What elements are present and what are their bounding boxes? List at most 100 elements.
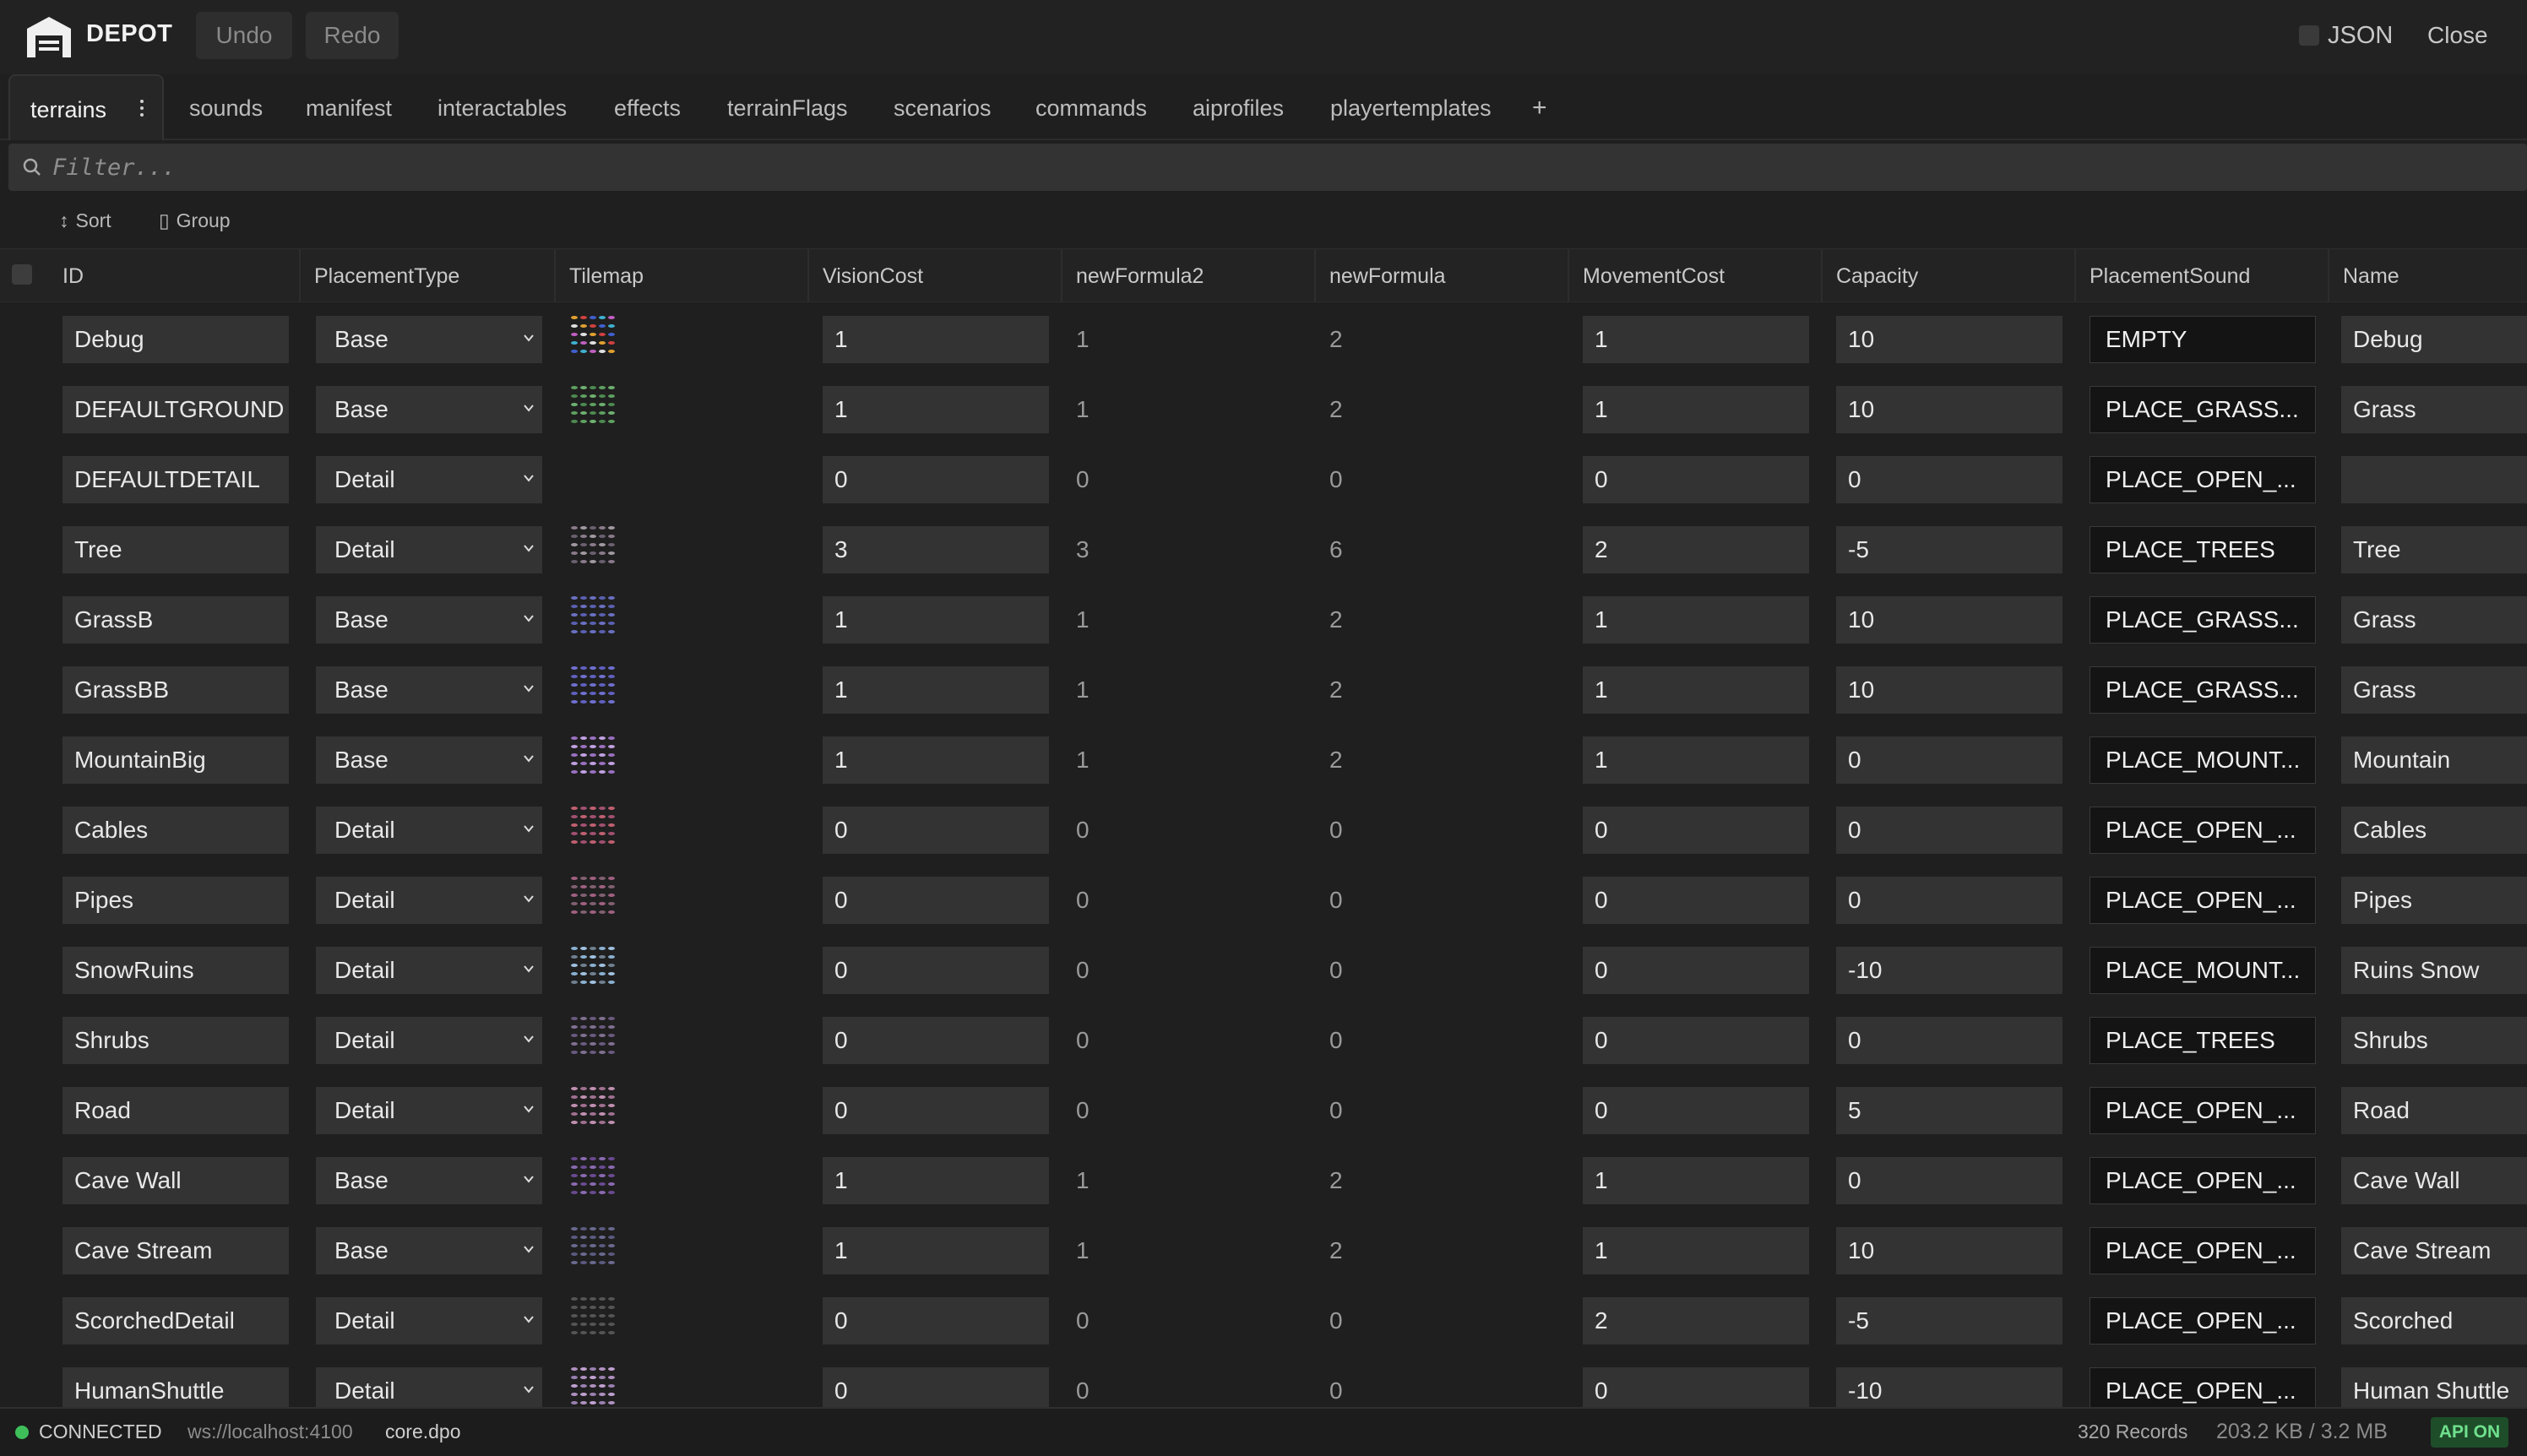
capacity-field[interactable]: 10 xyxy=(1836,316,2062,363)
close-button[interactable]: Close xyxy=(2427,22,2488,49)
column-header-tilemap[interactable]: Tilemap xyxy=(556,249,809,302)
movement-cost-field[interactable]: 0 xyxy=(1583,807,1809,854)
tab-manifest[interactable]: manifest xyxy=(306,74,392,139)
placement-type-select[interactable]: Base xyxy=(316,666,542,714)
placement-type-select[interactable]: Detail xyxy=(316,1297,542,1345)
placement-type-select[interactable]: Base xyxy=(316,1227,542,1274)
name-field[interactable]: Pipes xyxy=(2341,877,2527,924)
vision-cost-field[interactable]: 1 xyxy=(823,596,1049,644)
placement-sound-field[interactable]: PLACE_OPEN_... xyxy=(2090,807,2316,854)
placement-sound-field[interactable]: PLACE_GRASS... xyxy=(2090,596,2316,644)
tab-sounds[interactable]: sounds xyxy=(189,74,263,139)
id-field[interactable]: DEFAULTDETAIL xyxy=(62,456,289,503)
add-tab-button[interactable]: + xyxy=(1532,74,1547,139)
capacity-field[interactable]: -5 xyxy=(1836,1297,2062,1345)
name-field[interactable]: Tree xyxy=(2341,526,2527,573)
column-header-placementtype[interactable]: PlacementType xyxy=(301,249,556,302)
capacity-field[interactable]: 10 xyxy=(1836,386,2062,433)
movement-cost-field[interactable]: 1 xyxy=(1583,666,1809,714)
placement-type-select[interactable]: Base xyxy=(316,316,542,363)
capacity-field[interactable]: 0 xyxy=(1836,1017,2062,1064)
group-button[interactable]: ▯ Group xyxy=(159,209,231,232)
vision-cost-field[interactable]: 3 xyxy=(823,526,1049,573)
movement-cost-field[interactable]: 0 xyxy=(1583,1367,1809,1407)
movement-cost-field[interactable]: 2 xyxy=(1583,526,1809,573)
column-header-id[interactable]: ID xyxy=(49,249,301,302)
placement-type-select[interactable]: Detail xyxy=(316,947,542,994)
placement-type-select[interactable]: Detail xyxy=(316,877,542,924)
placement-type-select[interactable]: Base xyxy=(316,386,542,433)
movement-cost-field[interactable]: 0 xyxy=(1583,877,1809,924)
redo-button[interactable]: Redo xyxy=(306,12,399,59)
movement-cost-field[interactable]: 1 xyxy=(1583,1157,1809,1204)
movement-cost-field[interactable]: 0 xyxy=(1583,947,1809,994)
vision-cost-field[interactable]: 1 xyxy=(823,1227,1049,1274)
id-field[interactable]: Road xyxy=(62,1087,289,1134)
capacity-field[interactable]: 10 xyxy=(1836,666,2062,714)
placement-sound-field[interactable]: EMPTY xyxy=(2090,316,2316,363)
column-header-placementsound[interactable]: PlacementSound xyxy=(2076,249,2329,302)
placement-sound-field[interactable]: PLACE_OPEN_... xyxy=(2090,1087,2316,1134)
name-field[interactable] xyxy=(2341,456,2527,503)
vision-cost-field[interactable]: 0 xyxy=(823,947,1049,994)
name-field[interactable]: Shrubs xyxy=(2341,1017,2527,1064)
id-field[interactable]: GrassB xyxy=(62,596,289,644)
undo-button[interactable]: Undo xyxy=(196,12,292,59)
tab-terrains[interactable]: terrains xyxy=(8,74,164,140)
placement-sound-field[interactable]: PLACE_OPEN_... xyxy=(2090,1227,2316,1274)
vision-cost-field[interactable]: 0 xyxy=(823,456,1049,503)
movement-cost-field[interactable]: 2 xyxy=(1583,1297,1809,1345)
name-field[interactable]: Grass xyxy=(2341,386,2527,433)
placement-sound-field[interactable]: PLACE_GRASS... xyxy=(2090,386,2316,433)
column-header-newformula[interactable]: newFormula xyxy=(1316,249,1569,302)
tab-effects[interactable]: effects xyxy=(614,74,681,139)
movement-cost-field[interactable]: 0 xyxy=(1583,1087,1809,1134)
vision-cost-field[interactable]: 0 xyxy=(823,1087,1049,1134)
placement-type-select[interactable]: Base xyxy=(316,596,542,644)
id-field[interactable]: DEFAULTGROUND xyxy=(62,386,289,433)
column-header-visioncost[interactable]: VisionCost xyxy=(809,249,1062,302)
id-field[interactable]: Shrubs xyxy=(62,1017,289,1064)
placement-sound-field[interactable]: PLACE_GRASS... xyxy=(2090,666,2316,714)
filter-input[interactable] xyxy=(52,150,2417,184)
json-checkbox[interactable] xyxy=(2299,25,2319,46)
id-field[interactable]: Cables xyxy=(62,807,289,854)
placement-type-select[interactable]: Detail xyxy=(316,456,542,503)
capacity-field[interactable]: -10 xyxy=(1836,1367,2062,1407)
id-field[interactable]: GrassBB xyxy=(62,666,289,714)
tab-terrainflags[interactable]: terrainFlags xyxy=(727,74,848,139)
placement-sound-field[interactable]: PLACE_MOUNT... xyxy=(2090,947,2316,994)
placement-sound-field[interactable]: PLACE_MOUNT... xyxy=(2090,736,2316,784)
placement-sound-field[interactable]: PLACE_TREES xyxy=(2090,1017,2316,1064)
id-field[interactable]: MountainBig xyxy=(62,736,289,784)
placement-sound-field[interactable]: PLACE_OPEN_... xyxy=(2090,1157,2316,1204)
capacity-field[interactable]: 0 xyxy=(1836,736,2062,784)
name-field[interactable]: Cave Stream xyxy=(2341,1227,2527,1274)
placement-sound-field[interactable]: PLACE_OPEN_... xyxy=(2090,456,2316,503)
id-field[interactable]: Tree xyxy=(62,526,289,573)
tab-aiprofiles[interactable]: aiprofiles xyxy=(1193,74,1284,139)
id-field[interactable]: Pipes xyxy=(62,877,289,924)
movement-cost-field[interactable]: 1 xyxy=(1583,596,1809,644)
id-field[interactable]: Debug xyxy=(62,316,289,363)
vision-cost-field[interactable]: 1 xyxy=(823,316,1049,363)
placement-type-select[interactable]: Detail xyxy=(316,526,542,573)
placement-type-select[interactable]: Detail xyxy=(316,1367,542,1407)
placement-sound-field[interactable]: PLACE_OPEN_... xyxy=(2090,1367,2316,1407)
name-field[interactable]: Mountain xyxy=(2341,736,2527,784)
capacity-field[interactable]: 10 xyxy=(1836,596,2062,644)
movement-cost-field[interactable]: 1 xyxy=(1583,316,1809,363)
placement-sound-field[interactable]: PLACE_OPEN_... xyxy=(2090,877,2316,924)
placement-type-select[interactable]: Base xyxy=(316,1157,542,1204)
placement-type-select[interactable]: Detail xyxy=(316,1017,542,1064)
sort-button[interactable]: ↕ Sort xyxy=(59,209,111,232)
vision-cost-field[interactable]: 0 xyxy=(823,1297,1049,1345)
id-field[interactable]: SnowRuins xyxy=(62,947,289,994)
placement-type-select[interactable]: Base xyxy=(316,736,542,784)
movement-cost-field[interactable]: 1 xyxy=(1583,1227,1809,1274)
id-field[interactable]: ScorchedDetail xyxy=(62,1297,289,1345)
vision-cost-field[interactable]: 1 xyxy=(823,1157,1049,1204)
capacity-field[interactable]: 0 xyxy=(1836,456,2062,503)
vision-cost-field[interactable]: 0 xyxy=(823,877,1049,924)
name-field[interactable]: Cave Wall xyxy=(2341,1157,2527,1204)
